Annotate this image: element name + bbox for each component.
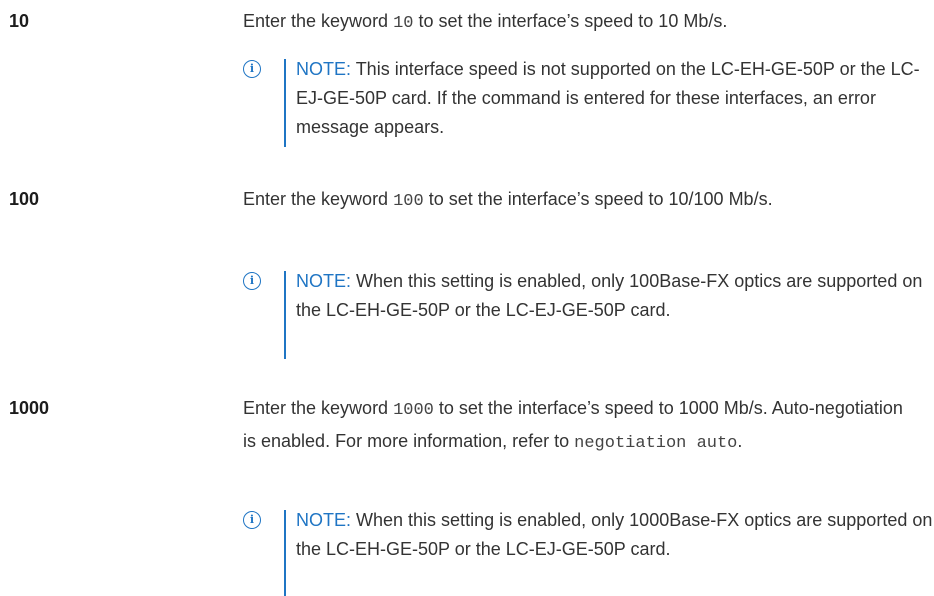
- note-block: i NOTE: When this setting is enabled, on…: [243, 506, 934, 596]
- note-body: When this setting is enabled, only 1000B…: [296, 510, 933, 559]
- info-circle-icon: i: [243, 511, 261, 529]
- desc-text: Enter the keyword: [243, 189, 394, 209]
- desc-text: Enter the keyword: [243, 398, 394, 418]
- note-divider: [284, 510, 286, 596]
- cross-reference-link[interactable]: negotiation auto: [574, 434, 737, 453]
- note-text: NOTE: This interface speed is not suppor…: [296, 55, 934, 142]
- option-description: Enter the keyword 1000 to set the interf…: [243, 393, 913, 459]
- note-divider: [284, 271, 286, 359]
- desc-text: to set the interface’s speed to 10 Mb/s.: [413, 11, 728, 31]
- note-divider: [284, 59, 286, 147]
- note-text: NOTE: When this setting is enabled, only…: [296, 506, 934, 564]
- desc-text: Enter the keyword: [243, 11, 394, 31]
- keyword-code: 100: [393, 192, 424, 211]
- option-term: 1000: [9, 398, 50, 418]
- desc-text: .: [737, 431, 743, 451]
- note-block: i NOTE: When this setting is enabled, on…: [243, 267, 934, 362]
- note-body: When this setting is enabled, only 100Ba…: [296, 271, 923, 320]
- keyword-code: 1000: [393, 401, 434, 420]
- info-circle-icon: i: [243, 272, 261, 290]
- note-label: NOTE:: [296, 510, 352, 530]
- info-circle-icon: i: [243, 60, 261, 78]
- note-label: NOTE:: [296, 59, 352, 79]
- option-description: Enter the keyword 100 to set the interfa…: [243, 184, 913, 217]
- option-description: Enter the keyword 10 to set the interfac…: [243, 6, 923, 39]
- desc-text: to set the interface’s speed to 10/100 M…: [423, 189, 773, 209]
- note-label: NOTE:: [296, 271, 352, 291]
- option-term: 100: [9, 189, 40, 209]
- note-text: NOTE: When this setting is enabled, only…: [296, 267, 934, 325]
- note-block: i NOTE: This interface speed is not supp…: [243, 55, 934, 155]
- note-body: This interface speed is not supported on…: [296, 59, 920, 137]
- option-term: 10: [9, 11, 30, 31]
- keyword-code: 10: [393, 14, 414, 33]
- command-options-document: 10 Enter the keyword 10 to set the inter…: [0, 0, 934, 596]
